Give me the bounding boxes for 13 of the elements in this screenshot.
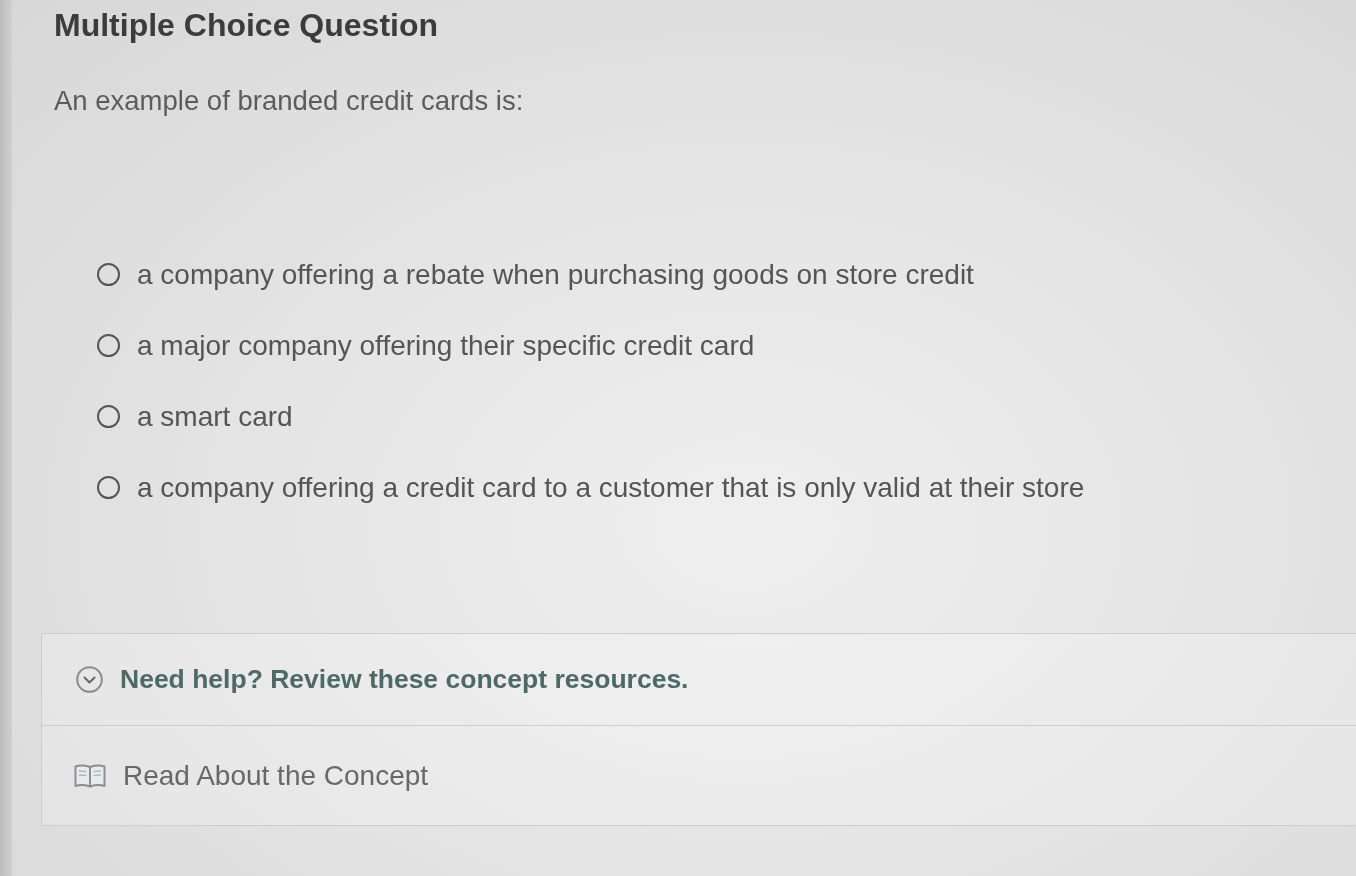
radio-button[interactable] xyxy=(97,476,120,499)
option-label: a company offering a credit card to a customer that is only valid at their store xyxy=(137,470,1085,505)
radio-button[interactable] xyxy=(97,334,120,357)
radio-button[interactable] xyxy=(97,263,120,286)
radio-button[interactable] xyxy=(97,405,120,428)
option-label: a major company offering their specific credit card xyxy=(137,328,755,363)
open-book-icon xyxy=(74,763,106,788)
question-prompt: An example of branded credit cards is: xyxy=(54,85,524,117)
help-toggle-button[interactable]: Need help? Review these concept resources. xyxy=(42,634,1356,725)
resource-link[interactable]: Read About the Concept xyxy=(42,726,429,825)
option-label: a company offering a rebate when purchasing goods on store credit xyxy=(137,257,974,292)
option-label: a smart card xyxy=(137,399,293,434)
page-title: Multiple Choice Question xyxy=(54,6,438,44)
